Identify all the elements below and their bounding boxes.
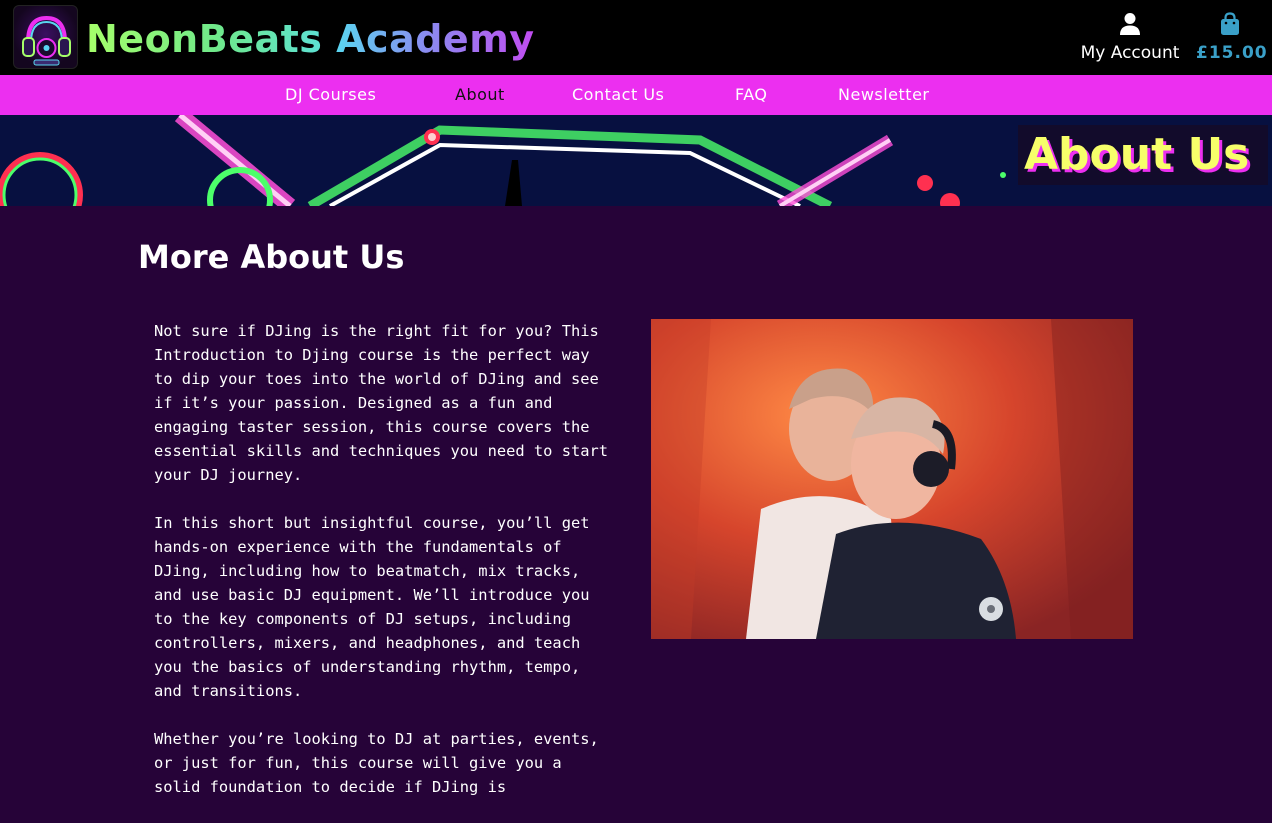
- my-account-link[interactable]: My Account: [1074, 12, 1186, 63]
- bag-total: £15.00: [1196, 43, 1268, 63]
- main-nav: DJ Courses About Contact Us FAQ Newslett…: [0, 75, 1272, 115]
- brand-name[interactable]: NeonBeats Academy: [86, 14, 535, 64]
- site-logo[interactable]: [13, 5, 78, 69]
- shopping-bag-icon: [1221, 12, 1239, 35]
- brand-name-part2: Academy: [336, 17, 535, 61]
- nav-item-newsletter[interactable]: Newsletter: [838, 85, 930, 104]
- headphones-logo-icon: [22, 15, 71, 66]
- section-heading: More About Us: [138, 238, 405, 276]
- my-account-label: My Account: [1080, 43, 1180, 63]
- banner-title: About Us: [1018, 125, 1268, 185]
- dj-photo-image: [651, 319, 1133, 639]
- about-paragraph: Whether you’re looking to DJ at parties,…: [154, 730, 599, 796]
- about-text: Not sure if DJing is the right fit for y…: [154, 319, 614, 823]
- nav-item-contact-us[interactable]: Contact Us: [572, 85, 664, 104]
- site-header: NeonBeats Academy My Account £15.00: [0, 0, 1272, 75]
- page-banner: About Us: [0, 115, 1272, 206]
- dj-photo: [651, 319, 1133, 639]
- nav-item-about[interactable]: About: [455, 85, 505, 104]
- nav-item-faq[interactable]: FAQ: [735, 85, 768, 104]
- shopping-bag-link[interactable]: £15.00: [1196, 12, 1268, 63]
- nav-item-dj-courses[interactable]: DJ Courses: [285, 85, 376, 104]
- user-icon: [1120, 13, 1140, 35]
- brand-name-part1: NeonBeats: [86, 17, 323, 61]
- about-paragraph: Not sure if DJing is the right fit for y…: [154, 322, 609, 484]
- about-paragraph: In this short but insightful course, you…: [154, 514, 590, 700]
